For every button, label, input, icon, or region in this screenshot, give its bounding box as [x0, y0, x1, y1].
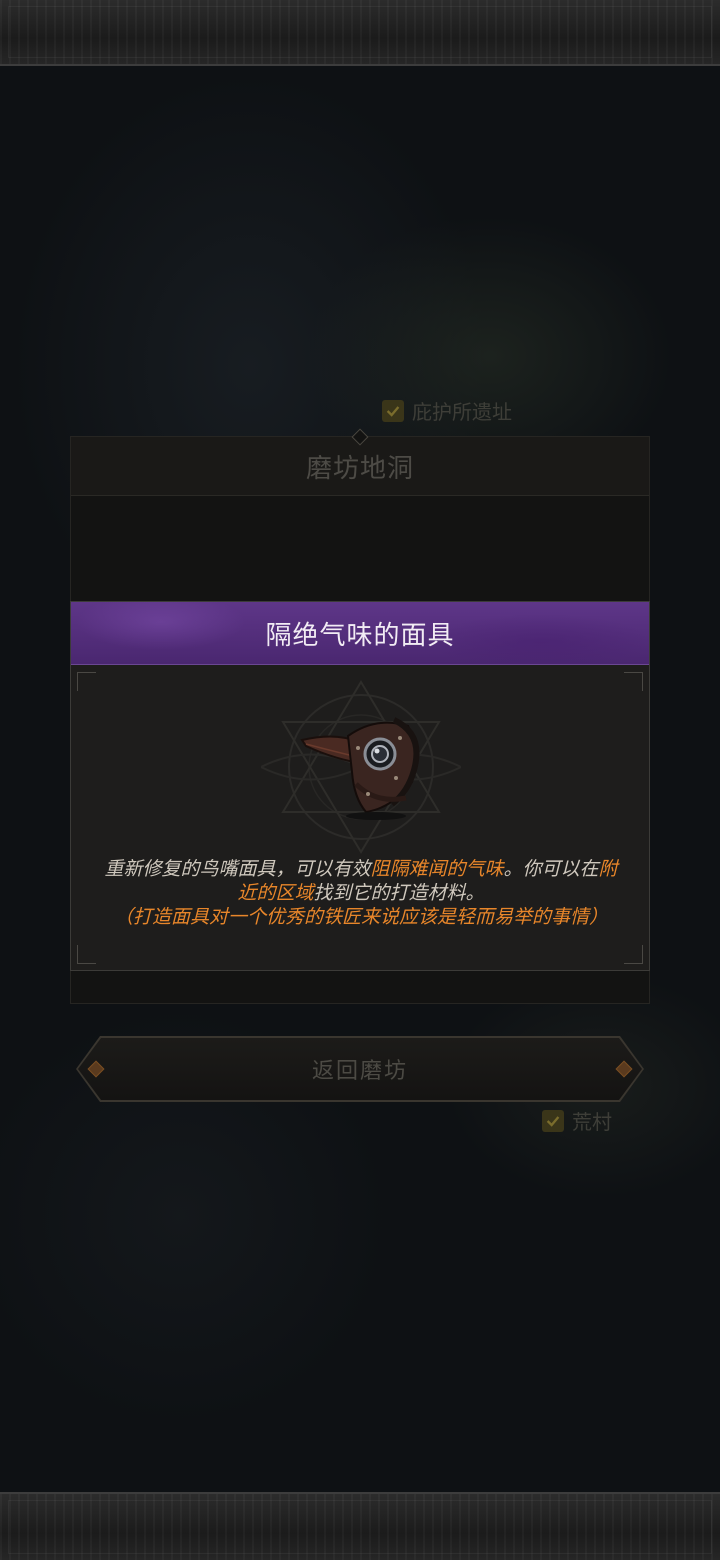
desc-highlight: 阻隔难闻的气味	[370, 858, 504, 880]
corner-ornament	[624, 672, 643, 691]
plague-mask-icon	[300, 717, 420, 820]
return-button-label: 返回磨坊	[78, 1038, 642, 1100]
map-location-shelter-ruins[interactable]: 庇护所遗址	[382, 396, 512, 425]
return-to-mill-button[interactable]: 返回磨坊	[76, 1036, 644, 1102]
map-location-desolate-village[interactable]: 荒村	[542, 1106, 612, 1135]
desc-text: 找到它的打造材料。	[313, 882, 485, 904]
desc-text: 重新修复的鸟嘴面具，可以有效	[104, 858, 371, 880]
top-frame-bar	[0, 0, 720, 66]
corner-ornament	[624, 945, 643, 964]
location-title: 磨坊地洞	[71, 437, 649, 496]
corner-ornament	[77, 945, 96, 964]
desc-note: （打造面具对一个优秀的铁匠来说应该是轻而易举的事情）	[113, 906, 608, 928]
map-location-label: 荒村	[572, 1110, 612, 1134]
check-icon	[542, 1109, 564, 1132]
bottom-frame-bar	[0, 1492, 720, 1560]
desc-text: 。你可以在	[503, 858, 599, 880]
map-location-label: 庇护所遗址	[412, 400, 512, 424]
check-icon	[382, 399, 404, 422]
item-title: 隔绝气味的面具	[71, 602, 649, 665]
item-info-dialog[interactable]: 隔绝气味的面具 重新修复的鸟嘴面具，可以有效阻隔难闻的气味。你可以在附近的区域找	[70, 601, 650, 971]
corner-ornament	[77, 672, 96, 691]
item-description: 重新修复的鸟嘴面具，可以有效阻隔难闻的气味。你可以在附近的区域找到它的打造材料。…	[101, 857, 621, 929]
